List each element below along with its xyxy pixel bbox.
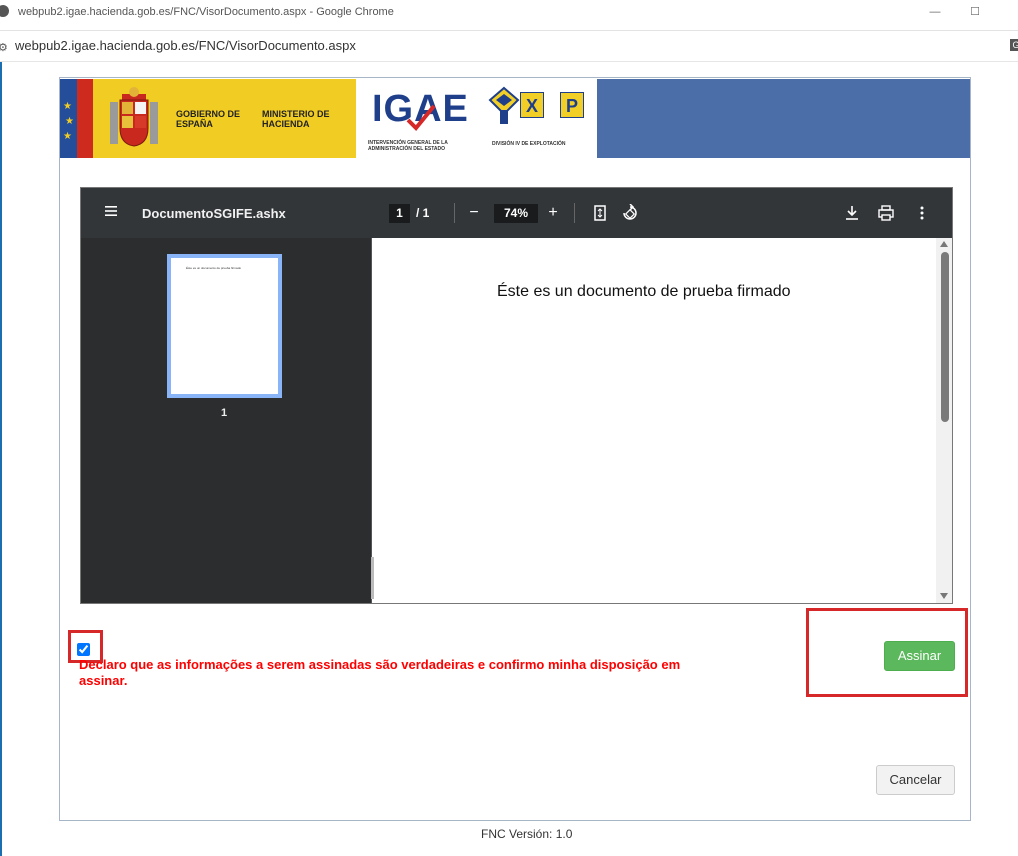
site-settings-icon[interactable]: ⚙	[0, 41, 8, 54]
window-border	[0, 62, 2, 856]
spain-flag-strip	[77, 79, 93, 158]
version-footer: FNC Versión: 1.0	[481, 827, 573, 841]
eu-flag-strip: ★ ★ ★	[60, 79, 77, 158]
maximize-button[interactable]: ☐	[966, 5, 984, 21]
igae-subtitle: INTERVENCIÓN GENERAL DE LA ADMINISTRACIÓ…	[368, 140, 448, 152]
ministerio-label: MINISTERIO DE HACIENDA	[262, 109, 330, 129]
thumbnail-text: Éste es un documento de prueba firmado	[186, 266, 242, 270]
extension-icon[interactable]: G	[1010, 39, 1018, 51]
svg-text:★: ★	[65, 116, 74, 127]
declaration-text: Declaro que as informações a serem assin…	[79, 657, 681, 688]
fit-page-icon[interactable]	[594, 205, 606, 221]
more-options-icon[interactable]	[918, 205, 926, 221]
document-text: Éste es un documento de prueba firmado	[497, 283, 791, 300]
document-name: DocumentoSGIFE.ashx	[142, 206, 286, 221]
exp-subtitle: DIVISIÓN IV DE EXPLOTACIÓN	[492, 141, 566, 147]
minimize-button[interactable]: —	[926, 6, 944, 22]
cancel-button[interactable]: Cancelar	[876, 765, 955, 795]
svg-text:★: ★	[63, 131, 72, 142]
download-icon[interactable]	[845, 205, 859, 221]
gobierno-label: GOBIERNO DE ESPAÑA	[176, 109, 241, 129]
coat-of-arms-icon	[110, 87, 158, 147]
exp-letter-x: X	[520, 92, 544, 118]
zoom-input[interactable]: 74%	[494, 204, 538, 223]
svg-text:★: ★	[63, 101, 72, 112]
url-text[interactable]: webpub2.igae.hacienda.gob.es/FNC/VisorDo…	[15, 38, 356, 53]
window-title: webpub2.igae.hacienda.gob.es/FNC/VisorDo…	[18, 6, 394, 18]
declaration-checkbox[interactable]	[77, 643, 90, 656]
scrollbar-thumb[interactable]	[941, 252, 949, 422]
igae-check-icon	[406, 104, 436, 131]
chrome-icon	[0, 5, 9, 17]
side-stamp-icon	[371, 557, 374, 599]
page-thumbnail[interactable]	[167, 254, 282, 398]
sign-button[interactable]: Assinar	[884, 641, 955, 671]
zoom-out-button[interactable]: −	[467, 203, 481, 223]
banner-blue-area	[597, 79, 970, 158]
thumbnail-page-label: 1	[221, 407, 228, 419]
exp-logo-icon	[488, 86, 520, 124]
page-total: / 1	[416, 206, 430, 220]
exp-letter-p: P	[560, 92, 584, 118]
scroll-down-icon[interactable]	[940, 592, 948, 600]
toolbar-divider	[574, 203, 575, 223]
scroll-up-icon[interactable]	[940, 240, 948, 248]
print-icon[interactable]	[878, 205, 894, 221]
toolbar-divider	[454, 203, 455, 223]
zoom-in-button[interactable]: +	[546, 203, 560, 223]
rotate-icon[interactable]	[622, 204, 638, 222]
menu-icon[interactable]	[104, 204, 118, 218]
page-number-input[interactable]: 1	[389, 204, 410, 223]
